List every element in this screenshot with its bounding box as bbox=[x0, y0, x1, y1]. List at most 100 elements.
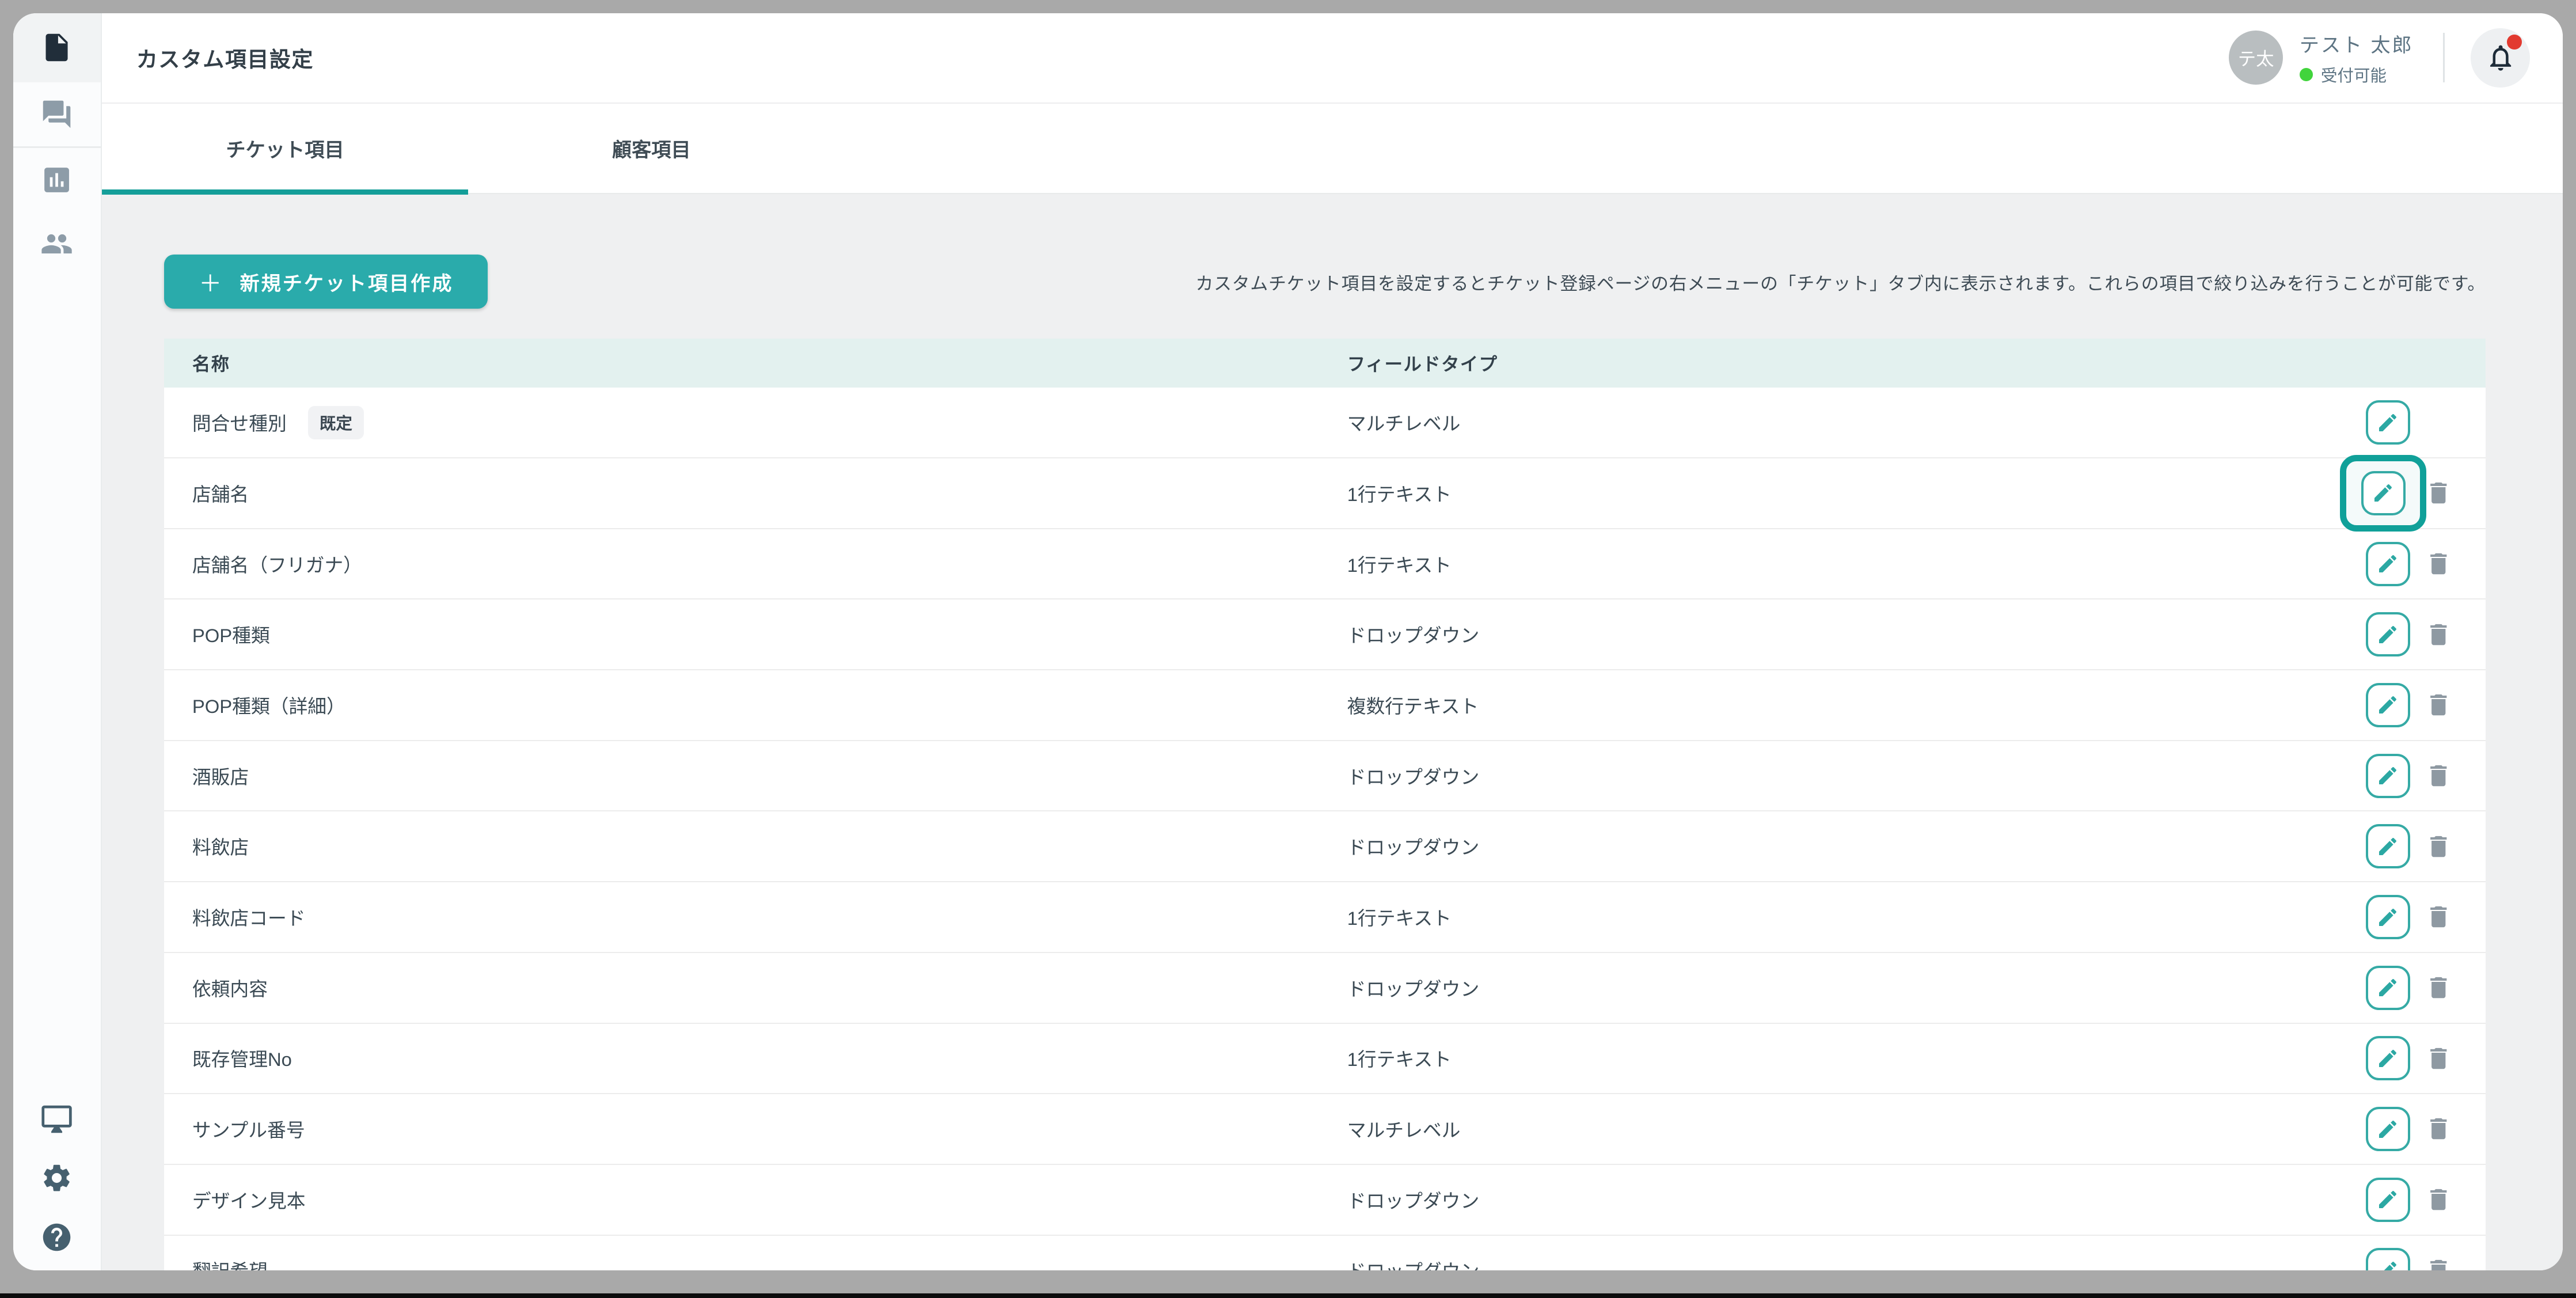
field-type: ドロップダウン bbox=[1347, 974, 1480, 1001]
sidebar-bottom bbox=[13, 1090, 101, 1270]
field-type: 1行テキスト bbox=[1347, 551, 1452, 578]
edit-button[interactable] bbox=[2366, 895, 2410, 939]
field-name: POP種類 bbox=[192, 621, 270, 648]
edit-button[interactable] bbox=[2366, 1248, 2410, 1270]
field-name: 店舗名（フリガナ） bbox=[192, 551, 362, 578]
delete-button[interactable] bbox=[2425, 972, 2453, 1003]
edit-button[interactable] bbox=[2361, 471, 2406, 515]
edit-button-wrap bbox=[2366, 400, 2410, 445]
table-row: サンプル番号 マルチレベル bbox=[164, 1094, 2486, 1165]
row-actions bbox=[2366, 824, 2453, 868]
row-actions bbox=[2366, 895, 2453, 939]
delete-button[interactable] bbox=[2425, 1255, 2453, 1270]
people-icon bbox=[40, 227, 73, 260]
sidebar-item-help[interactable] bbox=[13, 1208, 101, 1267]
column-header-name: 名称 bbox=[164, 350, 1347, 376]
avatar[interactable]: テ太 bbox=[2229, 31, 2283, 85]
field-type: ドロップダウン bbox=[1347, 621, 1480, 648]
sidebar-item-tickets[interactable] bbox=[13, 13, 101, 82]
edit-button[interactable] bbox=[2366, 542, 2410, 586]
trash-icon bbox=[2425, 477, 2453, 508]
field-type: マルチレベル bbox=[1347, 409, 1461, 436]
edit-button[interactable] bbox=[2366, 1107, 2410, 1151]
row-actions bbox=[2366, 612, 2453, 656]
notifications-button[interactable] bbox=[2471, 28, 2530, 88]
pencil-icon bbox=[2376, 1047, 2399, 1070]
edit-button-wrap bbox=[2366, 612, 2410, 656]
header-divider bbox=[2443, 33, 2445, 82]
tab-ticket-fields[interactable]: チケット項目 bbox=[102, 104, 468, 193]
edit-button[interactable] bbox=[2366, 1178, 2410, 1222]
pencil-icon bbox=[2376, 411, 2399, 434]
sidebar-item-monitor[interactable] bbox=[13, 1090, 101, 1149]
status-dot-icon bbox=[2300, 68, 2313, 81]
row-actions bbox=[2366, 400, 2453, 445]
pencil-icon bbox=[2376, 693, 2399, 716]
user-status: 受付可能 bbox=[2300, 63, 2414, 86]
table-row: POP種類（詳細） 複数行テキスト bbox=[164, 670, 2486, 741]
create-field-label: 新規チケット項目作成 bbox=[240, 267, 454, 296]
notification-badge bbox=[2507, 35, 2522, 50]
sidebar-item-reports[interactable] bbox=[13, 148, 101, 212]
table-row: POP種類 ドロップダウン bbox=[164, 599, 2486, 670]
trash-icon bbox=[2425, 972, 2453, 1003]
table-row: 依頼内容 ドロップダウン bbox=[164, 953, 2486, 1024]
create-field-button[interactable]: ＋ 新規チケット項目作成 bbox=[164, 255, 488, 309]
delete-button[interactable] bbox=[2425, 689, 2453, 720]
gear-icon bbox=[40, 1162, 73, 1194]
delete-button[interactable] bbox=[2425, 760, 2453, 791]
field-name: 店舗名 bbox=[192, 480, 249, 507]
trash-icon bbox=[2425, 831, 2453, 862]
topbar: カスタム項目設定 テ太 テスト 太郎 受付可能 bbox=[102, 13, 2563, 104]
edit-button-wrap bbox=[2340, 455, 2426, 532]
fields-table: 名称 フィールドタイプ 問合せ種別 既定 マルチレベル bbox=[164, 339, 2486, 1270]
delete-button[interactable] bbox=[2425, 548, 2453, 579]
trash-icon bbox=[2425, 760, 2453, 791]
delete-button[interactable] bbox=[2425, 1113, 2453, 1144]
row-actions bbox=[2366, 683, 2453, 727]
delete-button[interactable] bbox=[2425, 1043, 2453, 1074]
edit-button[interactable] bbox=[2366, 966, 2410, 1010]
sidebar-item-settings[interactable] bbox=[13, 1148, 101, 1208]
sidebar-item-chat[interactable] bbox=[13, 82, 101, 146]
edit-button-wrap bbox=[2366, 542, 2410, 586]
pencil-icon bbox=[2372, 481, 2395, 504]
delete-button[interactable] bbox=[2425, 619, 2453, 650]
field-name: サンプル番号 bbox=[192, 1115, 305, 1143]
sidebar-item-customers[interactable] bbox=[13, 212, 101, 276]
tab-bar: チケット項目 顧客項目 bbox=[102, 104, 2563, 194]
field-name: 問合せ種別 bbox=[192, 409, 287, 436]
field-name: 料飲店コード bbox=[192, 904, 306, 931]
field-type: 1行テキスト bbox=[1347, 1045, 1452, 1072]
delete-button[interactable] bbox=[2425, 901, 2453, 932]
delete-button[interactable] bbox=[2425, 831, 2453, 862]
table-body: 問合せ種別 既定 マルチレベル 店舗名 1行テキスト bbox=[164, 388, 2486, 1270]
edit-button-wrap bbox=[2366, 754, 2410, 798]
edit-button[interactable] bbox=[2366, 754, 2410, 798]
field-type: ドロップダウン bbox=[1347, 762, 1480, 790]
edit-button[interactable] bbox=[2366, 824, 2410, 868]
edit-button[interactable] bbox=[2366, 1036, 2410, 1080]
edit-button[interactable] bbox=[2366, 683, 2410, 727]
delete-button[interactable] bbox=[2425, 477, 2453, 508]
tab-customer-fields[interactable]: 顧客項目 bbox=[468, 104, 834, 193]
table-row: 店舗名（フリガナ） 1行テキスト bbox=[164, 529, 2486, 600]
field-name: 依頼内容 bbox=[192, 974, 268, 1001]
user-meta: テスト 太郎 受付可能 bbox=[2300, 29, 2414, 86]
trash-icon bbox=[2425, 619, 2453, 650]
main-area: カスタム項目設定 テ太 テスト 太郎 受付可能 bbox=[102, 13, 2563, 1270]
edit-button[interactable] bbox=[2366, 400, 2410, 445]
sidebar-spacer bbox=[13, 276, 101, 1089]
row-actions bbox=[2366, 966, 2453, 1010]
monitor-icon bbox=[40, 1103, 73, 1136]
delete-button[interactable] bbox=[2425, 1184, 2453, 1215]
field-type: マルチレベル bbox=[1347, 1115, 1461, 1143]
pencil-icon bbox=[2376, 906, 2399, 929]
table-row: デザイン見本 ドロップダウン bbox=[164, 1165, 2486, 1236]
sidebar bbox=[13, 13, 102, 1270]
description-text: カスタムチケット項目を設定するとチケット登録ページの右メニューの「チケット」タブ… bbox=[488, 269, 2486, 295]
edit-button[interactable] bbox=[2366, 612, 2410, 656]
field-name: デザイン見本 bbox=[192, 1186, 306, 1213]
field-type: 複数行テキスト bbox=[1347, 692, 1479, 719]
trash-icon bbox=[2425, 689, 2453, 720]
